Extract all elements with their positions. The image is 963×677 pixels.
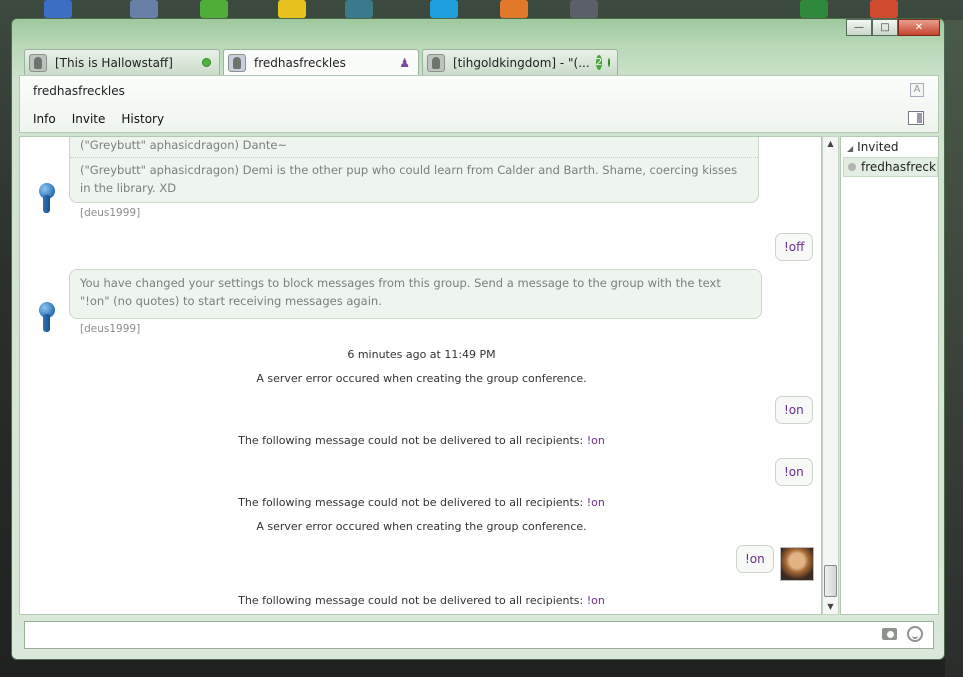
scroll-down-icon[interactable]: ▼ [823, 600, 838, 614]
participant-list: ◢Invited fredhasfreck... [840, 136, 939, 615]
desktop-icon[interactable] [570, 0, 598, 18]
undelivered-command: !on [586, 496, 605, 509]
outgoing-message-bubble: !on [736, 545, 774, 573]
incoming-message-bubble: ("Greybutt" aphasicdragon) Dante~ ("Grey… [69, 137, 759, 203]
contact-avatar-icon [29, 54, 47, 72]
desktop-icon[interactable] [345, 0, 373, 18]
outgoing-message-bubble: !off [775, 233, 814, 261]
desktop-icon[interactable] [200, 0, 228, 18]
sender-name: [deus1999] [80, 323, 141, 335]
timestamp-divider: 6 minutes ago at 11:49 PM [347, 348, 496, 361]
star-icon[interactable] [278, 0, 306, 18]
roster-group-label: Invited [857, 140, 899, 154]
conversation-menu: Info Invite History [33, 112, 164, 126]
menu-invite[interactable]: Invite [72, 112, 106, 126]
undelivered-command: !on [586, 594, 605, 607]
tab-label: fredhasfreckles [254, 56, 346, 70]
desktop-icon[interactable] [44, 0, 72, 18]
tab-label: [tihgoldkingdom] - "(... [453, 55, 590, 70]
desktop-edge [945, 20, 963, 677]
roster-member[interactable]: fredhasfreck... [843, 157, 938, 177]
conversation-header: fredhasfreckles A Info Invite History [19, 75, 939, 133]
outgoing-message-bubble: !on [775, 396, 813, 424]
tab-fredhasfreckles[interactable]: fredhasfreckles ♟ [223, 49, 419, 76]
online-status-icon [202, 58, 211, 67]
scroll-up-icon[interactable]: ▲ [823, 137, 838, 151]
buddy-avatar-icon [36, 302, 58, 334]
close-icon[interactable]: ✕ [898, 19, 940, 36]
roster-group-invited[interactable]: ◢ Invited [847, 140, 898, 154]
incoming-message-bubble: You have changed your settings to block … [69, 269, 762, 319]
desktop-icon[interactable] [870, 0, 898, 18]
scroll-thumb[interactable] [824, 565, 837, 597]
not-delivered-text: The following message could not be deliv… [238, 496, 584, 509]
not-delivered-text: The following message could not be deliv… [238, 594, 584, 607]
skype-icon[interactable] [430, 0, 458, 18]
tab-label: [This is Hallowstaff] [55, 55, 173, 70]
group-avatar-icon [228, 54, 246, 72]
message-line: ("Greybutt" aphasicdragon) Dante~ [80, 138, 288, 152]
system-message: The following message could not be deliv… [20, 434, 821, 447]
camera-icon[interactable] [882, 628, 897, 640]
group-people-icon: ♟ [399, 56, 410, 70]
font-icon[interactable]: A [910, 83, 924, 97]
conversation-tabs: [This is Hallowstaff] fredhasfreckles ♟ … [24, 49, 621, 76]
chat-window: — □ ✕ [This is Hallowstaff] fredhasfreck… [11, 18, 945, 660]
menu-info[interactable]: Info [33, 112, 56, 126]
message-input[interactable] [24, 621, 934, 649]
user-avatar [780, 547, 814, 581]
side-panel-toggle-icon[interactable] [908, 111, 924, 125]
message-text: You have changed your settings to block … [80, 276, 721, 308]
system-message: A server error occured when creating the… [256, 520, 587, 533]
system-message: The following message could not be deliv… [20, 594, 821, 607]
system-message: The following message could not be deliv… [20, 496, 821, 509]
conversation-title: fredhasfreckles [33, 84, 125, 98]
window-controls: — □ ✕ [846, 19, 940, 36]
not-delivered-text: The following message could not be deliv… [238, 434, 584, 447]
system-message: A server error occured when creating the… [256, 372, 587, 385]
message-history: ("Greybutt" aphasicdragon) Dante~ ("Grey… [19, 136, 822, 615]
buddy-avatar-icon [36, 183, 58, 215]
tab-hallowstaff[interactable]: [This is Hallowstaff] [24, 49, 220, 75]
minimize-icon[interactable]: — [846, 19, 872, 36]
outgoing-message-bubble: !on [775, 458, 813, 486]
message-scrollbar[interactable]: ▲ ▼ [822, 136, 839, 615]
desktop-icon[interactable] [800, 0, 828, 18]
desktop-icon[interactable] [500, 0, 528, 18]
undelivered-command: !on [586, 434, 605, 447]
tab-tihgoldkingdom[interactable]: [tihgoldkingdom] - "(... 2 [422, 49, 618, 75]
unread-badge: 2 [595, 55, 603, 70]
collapse-triangle-icon: ◢ [847, 144, 854, 153]
desktop-icon[interactable] [130, 0, 158, 18]
contact-avatar-icon [427, 54, 445, 72]
menu-history[interactable]: History [121, 112, 164, 126]
online-status-icon [608, 58, 611, 67]
message-line: ("Greybutt" aphasicdragon) Demi is the o… [80, 163, 738, 195]
maximize-icon[interactable]: □ [872, 19, 898, 36]
sender-name: [deus1999] [80, 207, 141, 219]
emoticon-icon[interactable] [907, 626, 923, 642]
desktop-icons-strip [0, 0, 963, 20]
